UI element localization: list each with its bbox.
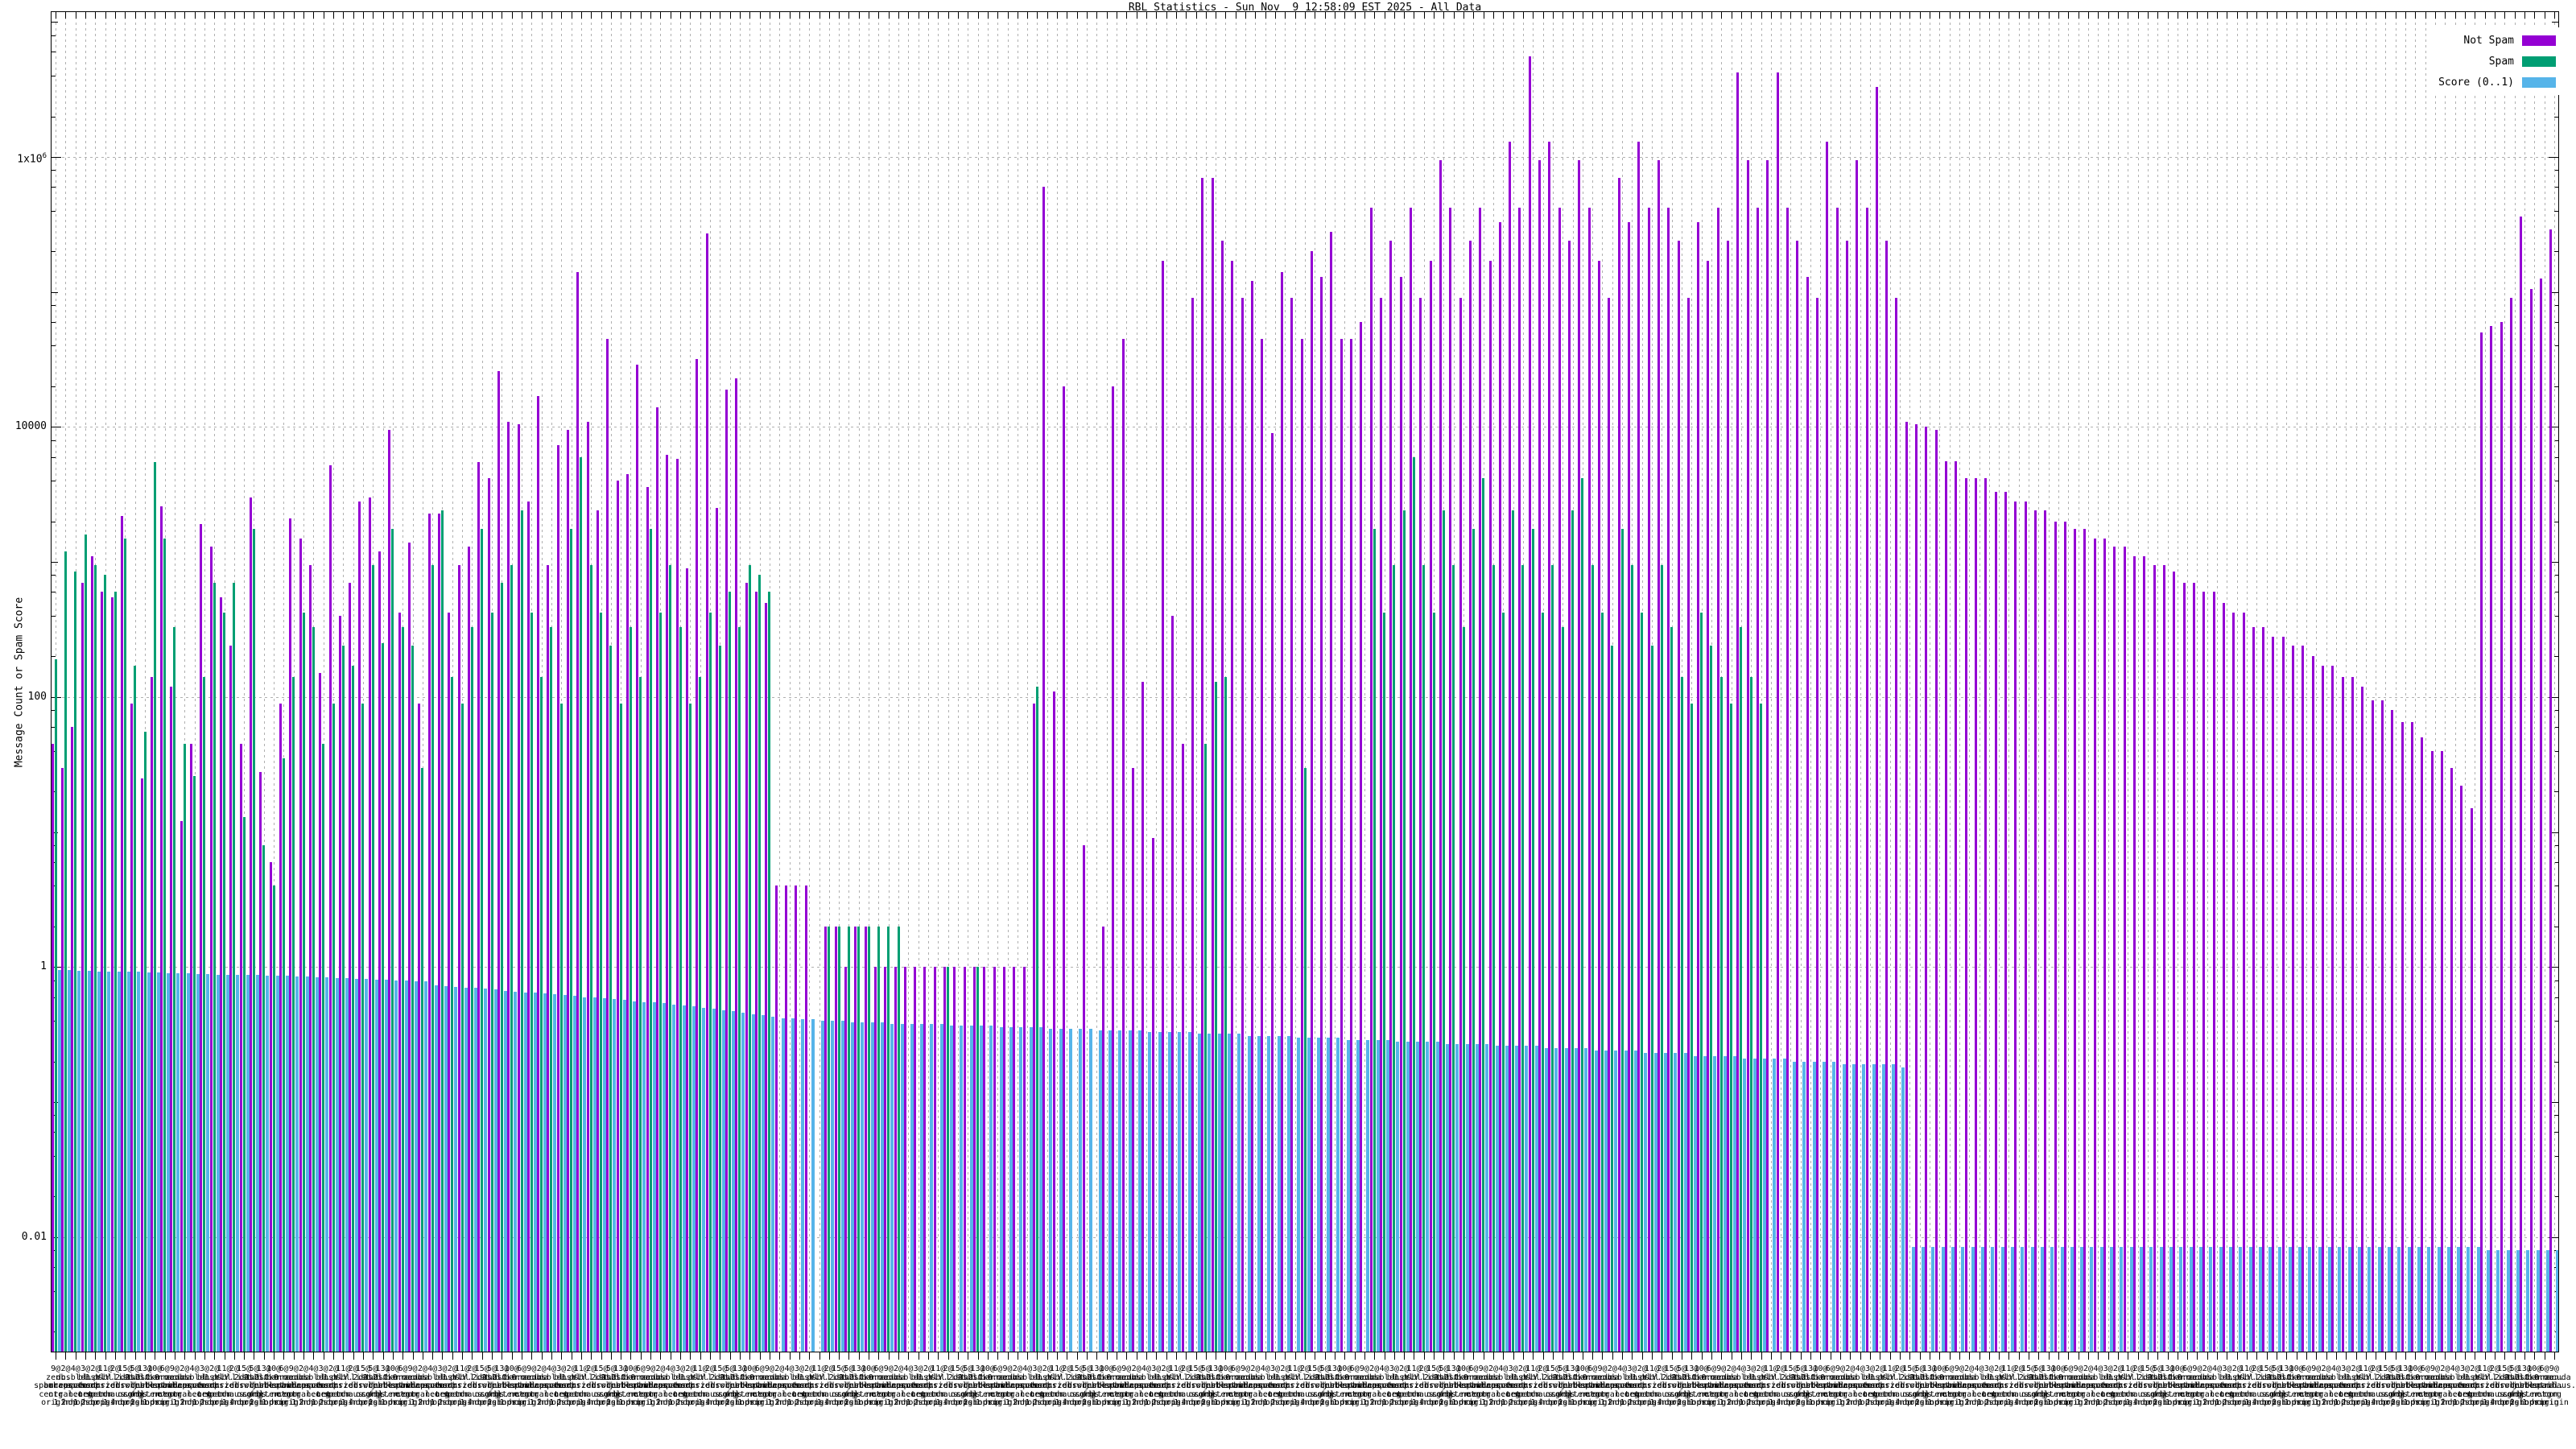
legend: Not Spam Spam Score (0..1) xyxy=(2435,27,2559,95)
legend-label-not-spam: Not Spam xyxy=(2463,35,2514,47)
rbl-statistics-chart: RBL Statistics - Sun Nov 9 12:58:09 EST … xyxy=(0,0,2576,1449)
legend-swatch-score xyxy=(2522,77,2556,88)
legend-swatch-not-spam xyxy=(2522,35,2556,46)
x-tick-label: 9@ zen. spamhaus. org origin xyxy=(2533,1365,2576,1408)
legend-item-spam: Spam xyxy=(2438,51,2556,72)
legend-label-score: Score (0..1) xyxy=(2438,76,2514,89)
legend-item-score: Score (0..1) xyxy=(2438,72,2556,93)
x-axis-label-strip: 9@ zen. spamhaus. org origin2@ b. barrac… xyxy=(0,0,2576,1449)
legend-label-spam: Spam xyxy=(2489,56,2514,68)
legend-swatch-spam xyxy=(2522,56,2556,67)
legend-item-not-spam: Not Spam xyxy=(2438,30,2556,51)
